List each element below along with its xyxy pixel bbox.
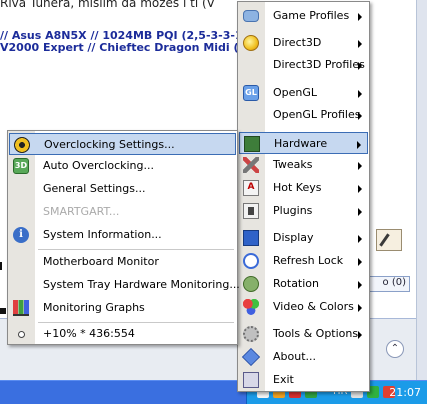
menu-item-about[interactable]: About... xyxy=(239,346,368,368)
edit-pencil-icon[interactable] xyxy=(376,229,402,251)
exit-icon xyxy=(243,372,259,388)
menu-item-label: Tweaks xyxy=(273,158,313,171)
menu-item-exit[interactable]: Exit xyxy=(239,369,368,391)
menu-item-label: Tools & Options xyxy=(273,327,359,340)
info-icon: i xyxy=(13,227,29,243)
menu-item-label: Direct3D Profiles xyxy=(273,58,365,71)
menu-item-label: Display xyxy=(273,231,314,244)
menu-item-label: Auto Overclocking... xyxy=(43,159,155,172)
submenu-arrow-icon xyxy=(358,258,362,266)
submenu-arrow-icon xyxy=(358,162,362,170)
menu-item-label: SMARTGART... xyxy=(43,205,120,218)
rivatuner-tray-menu: Game Profiles Direct3D Direct3D Profiles… xyxy=(237,1,370,392)
signature-line-2: V2000 Expert // Chieftec Dragon Midi (Bl… xyxy=(0,41,259,54)
menu-item-general-settings[interactable]: General Settings... xyxy=(9,178,236,200)
rotation-icon xyxy=(243,276,259,292)
menu-item-direct3d[interactable]: Direct3D xyxy=(239,32,368,54)
menu-item-hardware[interactable]: Hardware xyxy=(239,132,368,154)
auto-overclocking-icon: 3D xyxy=(13,158,29,174)
menu-item-label: OpenGL Profiles xyxy=(273,108,361,121)
page-fragment xyxy=(0,262,2,270)
menu-item-label: Game Profiles xyxy=(273,9,350,22)
menu-item-label: Video & Colors xyxy=(273,300,354,313)
post-text-line: Riva Tunera, mislim da možeš i ti (V xyxy=(0,0,215,10)
menu-item-label: Hot Keys xyxy=(273,181,322,194)
submenu-arrow-icon xyxy=(358,90,362,98)
scroll-up-icon[interactable]: ⌃ xyxy=(386,340,404,358)
menu-separator xyxy=(38,249,234,250)
menu-item-opengl-profiles[interactable]: OpenGL Profiles xyxy=(239,104,368,126)
graphs-icon xyxy=(13,300,29,316)
direct3d-icon xyxy=(243,35,259,51)
submenu-arrow-icon xyxy=(358,62,362,70)
submenu-arrow-icon xyxy=(358,235,362,243)
menu-item-system-tray-hardware-monitoring[interactable]: System Tray Hardware Monitoring... xyxy=(9,274,240,296)
menu-item-overclocking-settings[interactable]: Overclocking Settings... xyxy=(9,133,236,155)
hotkeys-icon: A xyxy=(243,180,259,196)
menu-item-label: General Settings... xyxy=(43,182,146,195)
display-icon xyxy=(243,230,259,246)
menu-item-rotation[interactable]: Rotation xyxy=(239,273,368,295)
menu-item-tweaks[interactable]: Tweaks xyxy=(239,154,368,176)
hardware-chip-icon xyxy=(244,136,260,152)
menu-item-monitoring-graphs[interactable]: Monitoring Graphs xyxy=(9,297,236,319)
submenu-arrow-icon xyxy=(358,13,362,21)
menu-item-clock-preset[interactable]: +10% * 436:554 xyxy=(9,323,236,345)
about-icon xyxy=(241,347,261,367)
menu-item-label: +10% * 436:554 xyxy=(43,327,135,340)
submenu-arrow-icon xyxy=(358,185,362,193)
menu-item-video-colors[interactable]: Video & Colors xyxy=(239,296,368,318)
menu-item-opengl[interactable]: GL OpenGL xyxy=(239,82,368,104)
menu-item-label: Hardware xyxy=(274,137,328,150)
menu-item-label: Monitoring Graphs xyxy=(43,301,145,314)
submenu-arrow-icon xyxy=(358,304,362,312)
menu-item-label: About... xyxy=(273,350,317,363)
submenu-arrow-icon xyxy=(358,112,362,120)
tools-gear-icon xyxy=(243,326,259,342)
menu-item-motherboard-monitor[interactable]: Motherboard Monitor xyxy=(9,251,236,273)
menu-item-hot-keys[interactable]: A Hot Keys xyxy=(239,177,368,199)
overclocking-icon xyxy=(14,137,30,153)
vertical-scrollbar[interactable] xyxy=(416,0,427,380)
menu-item-label: Exit xyxy=(273,373,294,386)
radio-dot-icon xyxy=(18,331,25,338)
menu-item-label: System Tray Hardware Monitoring... xyxy=(43,278,240,291)
menu-item-label: Motherboard Monitor xyxy=(43,255,159,268)
menu-item-auto-overclocking[interactable]: 3D Auto Overclocking... xyxy=(9,155,236,177)
menu-item-label: Refresh Lock xyxy=(273,254,344,267)
menu-item-display[interactable]: Display xyxy=(239,227,368,249)
menu-item-direct3d-profiles[interactable]: Direct3D Profiles xyxy=(239,54,368,76)
menu-item-system-information[interactable]: i System Information... xyxy=(9,224,236,246)
submenu-arrow-icon xyxy=(358,281,362,289)
menu-item-smartgart: SMARTGART... xyxy=(9,201,236,223)
menu-item-game-profiles[interactable]: Game Profiles xyxy=(239,5,368,27)
submenu-arrow-icon xyxy=(358,40,362,48)
menu-item-plugins[interactable]: Plugins xyxy=(239,200,368,222)
page-fragment xyxy=(0,308,6,314)
video-colors-icon xyxy=(243,299,259,315)
menu-item-label: System Information... xyxy=(43,228,162,241)
submenu-arrow-icon xyxy=(358,331,362,339)
submenu-arrow-icon xyxy=(358,208,362,216)
hardware-submenu: Overclocking Settings... 3D Auto Overclo… xyxy=(7,130,240,345)
clock[interactable]: 21:07 xyxy=(389,386,421,399)
submenu-arrow-icon xyxy=(357,141,361,149)
menu-item-label: Overclocking Settings... xyxy=(44,138,175,151)
menu-item-label: Plugins xyxy=(273,204,313,217)
refresh-lock-icon xyxy=(243,253,259,269)
menu-item-refresh-lock[interactable]: Refresh Lock xyxy=(239,250,368,272)
menu-item-tools-options[interactable]: Tools & Options xyxy=(239,323,368,345)
menu-item-label: Rotation xyxy=(273,277,320,290)
gamepad-icon xyxy=(243,10,259,22)
menu-item-label: OpenGL xyxy=(273,86,318,99)
tweaks-tools-icon xyxy=(243,157,259,173)
menu-item-label: Direct3D xyxy=(273,36,322,49)
opengl-icon: GL xyxy=(243,85,259,101)
plugins-icon xyxy=(243,203,259,219)
